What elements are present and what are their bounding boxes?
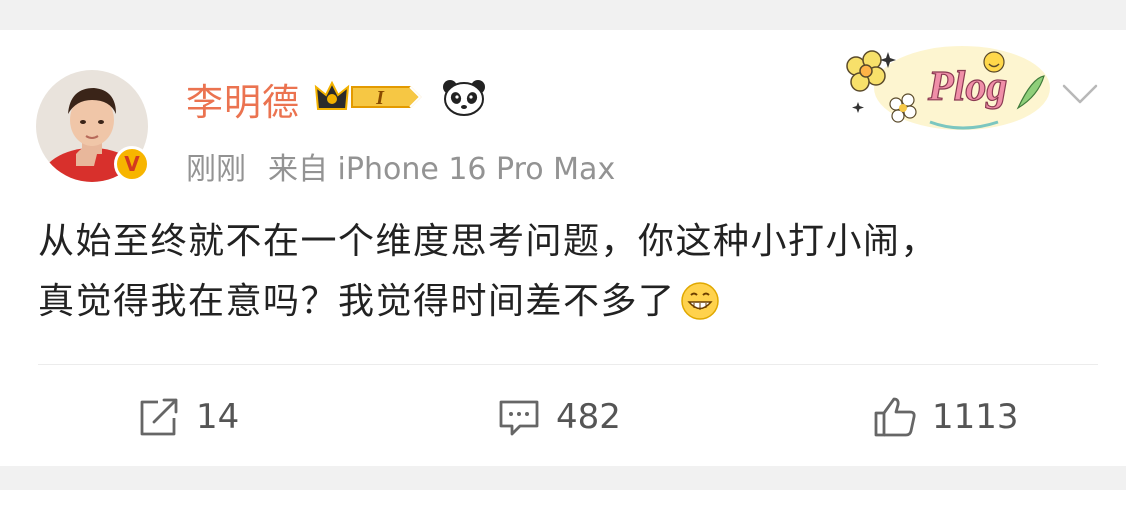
small-flower-icon	[889, 93, 917, 123]
comment-icon	[496, 396, 542, 438]
repost-count: 14	[196, 397, 240, 437]
repost-icon	[136, 396, 182, 438]
member-level-text: I	[375, 87, 385, 109]
post-content: 从始至终就不在一个维度思考问题，你这种小打小闹， 真觉得我在意吗？我觉得时间差不…	[38, 212, 1098, 332]
name-row: 李明德 I	[186, 72, 488, 126]
verified-badge: V	[114, 146, 150, 182]
repost-button[interactable]: 14	[136, 385, 239, 449]
panda-icon	[440, 77, 488, 121]
thumbs-up-icon	[872, 395, 918, 439]
avatar[interactable]: V	[36, 70, 150, 182]
like-button[interactable]: 1113	[872, 385, 1019, 449]
divider	[38, 364, 1098, 365]
action-bar: 14 482 1113	[0, 385, 1126, 449]
post-text-line-2: 真觉得我在意吗？我觉得时间差不多了	[38, 281, 676, 322]
post-text-line-1: 从始至终就不在一个维度思考问题，你这种小打小闹，	[38, 221, 939, 262]
post-time: 刚刚	[186, 152, 246, 187]
plog-decoration: Plog	[832, 38, 1050, 138]
post-text-line-2-wrap: 真觉得我在意吗？我觉得时间差不多了	[38, 272, 1098, 332]
post-meta: 刚刚 来自 iPhone 16 Pro Max	[186, 144, 615, 188]
next-post-card	[0, 490, 1126, 513]
weibo-feed: V 李明德 I 刚刚 来自 iPhone 16 Pro Max Plog 从始至…	[0, 0, 1126, 513]
comment-button[interactable]: 482	[496, 385, 621, 449]
username[interactable]: 李明德	[186, 72, 300, 126]
flower-icon	[846, 50, 886, 92]
post-source: 来自 iPhone 16 Pro Max	[268, 152, 616, 187]
comment-count: 482	[556, 397, 621, 437]
member-badge[interactable]: I	[314, 79, 426, 119]
grinning-face-icon	[680, 280, 720, 320]
chevron-down-icon[interactable]	[1060, 78, 1100, 108]
like-count: 1113	[932, 397, 1019, 437]
